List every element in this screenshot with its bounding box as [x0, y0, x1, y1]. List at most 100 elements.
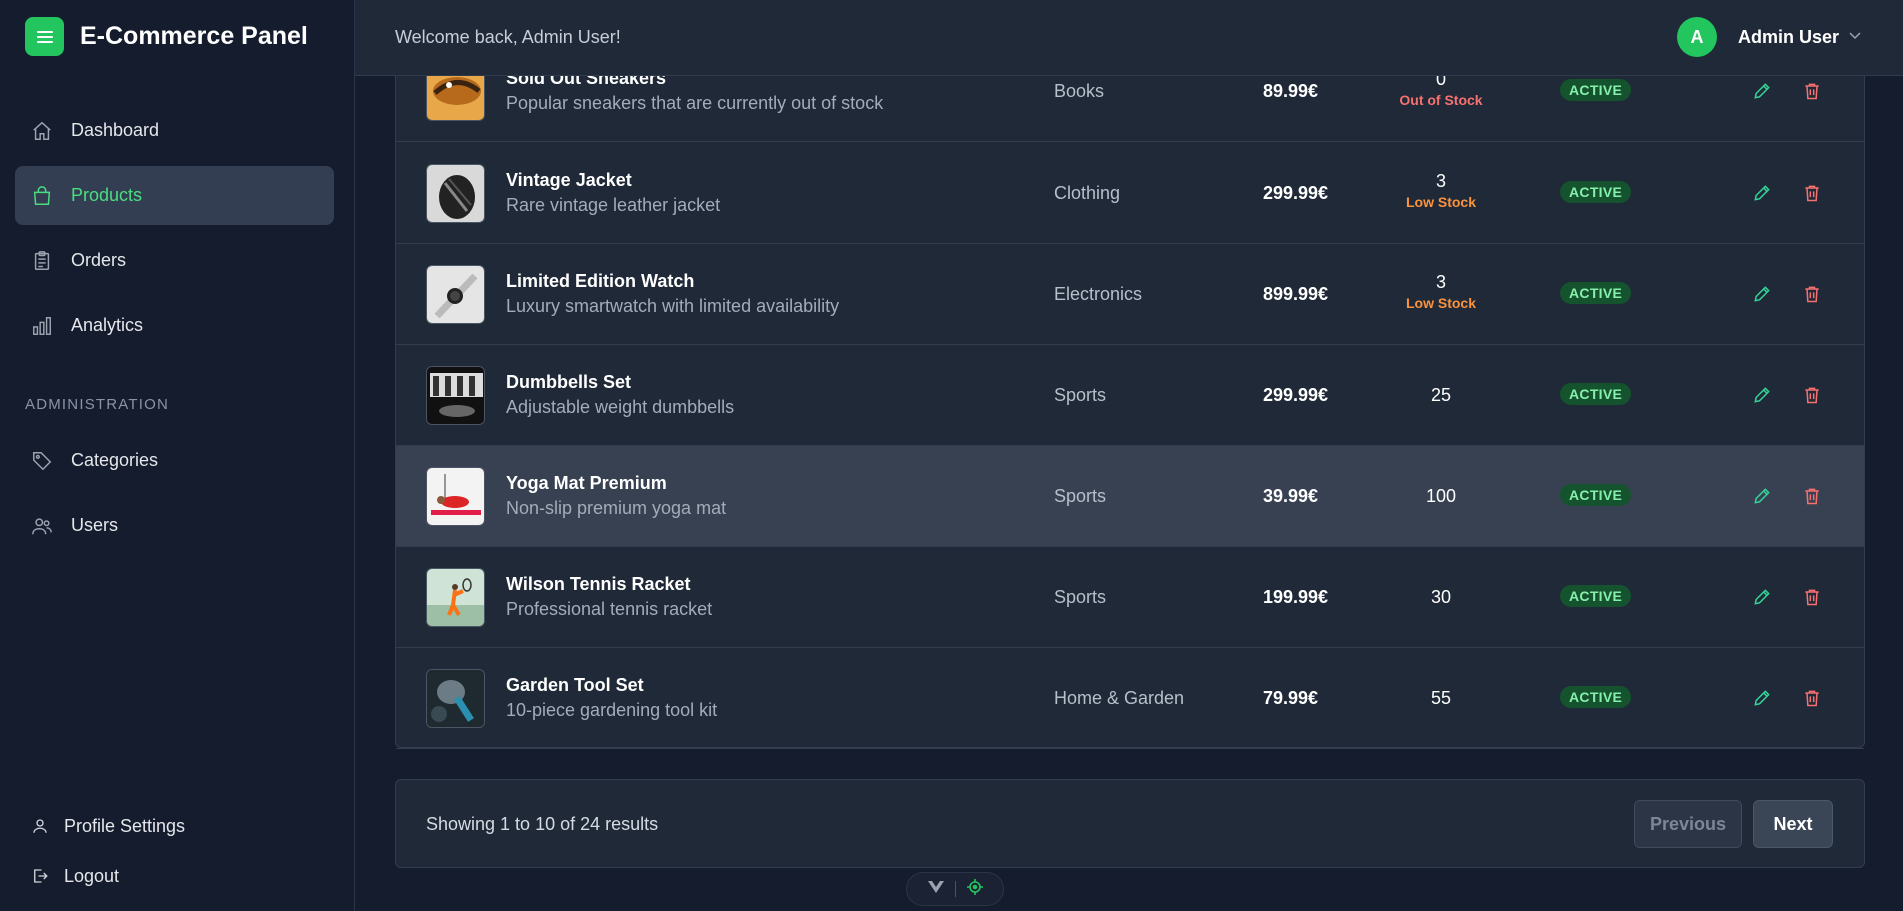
vue-logo-icon[interactable]: [927, 880, 945, 899]
product-price: 39.99€: [1263, 486, 1319, 506]
app-title: E-Commerce Panel: [80, 22, 308, 50]
top-header: Welcome back, Admin User! A Admin User: [355, 0, 1903, 76]
product-category: Sports: [1054, 486, 1107, 506]
product-category: Books: [1054, 81, 1105, 101]
welcome-message: Welcome back, Admin User!: [395, 27, 621, 47]
product-price: 89.99€: [1263, 81, 1319, 101]
product-thumbnail: [426, 265, 485, 324]
product-name: Yoga Mat Premium: [506, 473, 667, 493]
status-badge: ACTIVE: [1560, 181, 1632, 203]
product-category: Electronics: [1054, 284, 1143, 304]
edit-icon[interactable]: [1752, 183, 1772, 203]
sidebar-item-label: Dashboard: [71, 120, 160, 140]
table-row[interactable]: Wilson Tennis Racket Professional tennis …: [396, 547, 1864, 648]
stock-status-label: Out of Stock: [1399, 92, 1483, 108]
previous-button[interactable]: Previous: [1634, 800, 1742, 848]
profile-settings-label: Profile Settings: [64, 815, 186, 836]
main-nav: Dashboard Products Orders Analytics: [15, 101, 334, 361]
edit-icon[interactable]: [1752, 587, 1772, 607]
trash-icon[interactable]: [1802, 81, 1822, 101]
status-badge: ACTIVE: [1560, 686, 1632, 708]
avatar: A: [1676, 17, 1717, 57]
product-description: Luxury smartwatch with limited availabil…: [506, 296, 840, 316]
sidebar-item-analytics[interactable]: Analytics: [15, 296, 334, 355]
sidebar-item-label: Orders: [71, 250, 127, 270]
sidebar: E-Commerce Panel Dashboard Products Orde…: [0, 0, 355, 911]
trash-icon[interactable]: [1802, 183, 1822, 203]
product-description: Professional tennis racket: [506, 599, 713, 619]
shopping-bag-icon: [31, 185, 53, 207]
status-badge: ACTIVE: [1560, 79, 1632, 101]
product-thumbnail: [426, 164, 485, 223]
table-row[interactable]: Limited Edition Watch Luxury smartwatch w…: [396, 244, 1864, 345]
product-price: 199.99€: [1263, 587, 1329, 607]
user-name: Admin User: [1737, 26, 1839, 47]
menu-icon[interactable]: [25, 17, 64, 56]
table-row[interactable]: Vintage Jacket Rare vintage leather jacke…: [396, 143, 1864, 244]
logout-link[interactable]: Logout: [30, 851, 185, 901]
trash-icon[interactable]: [1802, 587, 1822, 607]
sidebar-item-products[interactable]: Products: [15, 166, 334, 225]
user-icon: [30, 816, 50, 836]
product-stock: 100: [1425, 486, 1457, 506]
product-name: Wilson Tennis Racket: [506, 574, 691, 594]
sidebar-item-label: Users: [71, 515, 119, 535]
pagination-summary: Showing 1 to 10 of 24 results: [426, 814, 659, 834]
profile-settings-link[interactable]: Profile Settings: [30, 801, 185, 851]
edit-icon[interactable]: [1752, 385, 1772, 405]
edit-icon[interactable]: [1752, 688, 1772, 708]
sidebar-item-label: Products: [71, 185, 143, 205]
sidebar-item-orders[interactable]: Orders: [15, 231, 334, 290]
logout-label: Logout: [64, 865, 120, 886]
home-icon: [31, 120, 53, 142]
product-category: Clothing: [1054, 183, 1121, 203]
product-stock: 3: [1435, 272, 1446, 292]
product-thumbnail: [426, 467, 485, 526]
table-row[interactable]: Dumbbells Set Adjustable weight dumbbells…: [396, 345, 1864, 446]
product-stock: 30: [1430, 587, 1452, 607]
product-stock: 3: [1435, 171, 1446, 191]
user-menu[interactable]: A Admin User: [1676, 17, 1863, 57]
edit-icon[interactable]: [1752, 81, 1772, 101]
product-category: Sports: [1054, 385, 1107, 405]
trash-icon[interactable]: [1802, 284, 1822, 304]
status-badge: ACTIVE: [1560, 484, 1632, 506]
table-row[interactable]: Garden Tool Set 10-piece gardening tool k…: [396, 648, 1864, 749]
product-price: 299.99€: [1263, 183, 1329, 203]
product-price: 899.99€: [1263, 284, 1329, 304]
product-description: 10-piece gardening tool kit: [506, 700, 718, 720]
stock-status-label: Low Stock: [1405, 295, 1476, 311]
edit-icon[interactable]: [1752, 284, 1772, 304]
trash-icon[interactable]: [1802, 385, 1822, 405]
inspect-target-icon[interactable]: [966, 878, 984, 901]
bottom-nav: Profile Settings Logout: [30, 801, 185, 901]
sidebar-item-label: Analytics: [71, 315, 144, 335]
logout-icon: [30, 866, 50, 886]
product-thumbnail: [426, 568, 485, 627]
next-button[interactable]: Next: [1753, 800, 1833, 848]
product-category: Home & Garden: [1054, 688, 1185, 708]
product-thumbnail: [426, 366, 485, 425]
status-badge: ACTIVE: [1560, 383, 1632, 405]
products-table: Sold Out Sneakers Popular sneakers that a…: [395, 40, 1865, 749]
dev-toolbar[interactable]: [906, 872, 1004, 906]
product-name: Vintage Jacket: [506, 170, 632, 190]
product-name: Garden Tool Set: [506, 675, 644, 695]
status-badge: ACTIVE: [1560, 585, 1632, 607]
edit-icon[interactable]: [1752, 486, 1772, 506]
status-badge: ACTIVE: [1560, 282, 1632, 304]
clipboard-icon: [31, 250, 53, 272]
pagination: Showing 1 to 10 of 24 results Previous N…: [395, 779, 1865, 868]
sidebar-item-dashboard[interactable]: Dashboard: [15, 101, 334, 160]
admin-nav: Categories Users: [15, 431, 334, 561]
sidebar-item-users[interactable]: Users: [15, 496, 334, 555]
trash-icon[interactable]: [1802, 486, 1822, 506]
users-icon: [31, 515, 53, 537]
table-row[interactable]: Yoga Mat Premium Non-slip premium yoga ma…: [396, 446, 1864, 547]
product-price: 299.99€: [1263, 385, 1329, 405]
sidebar-item-categories[interactable]: Categories: [15, 431, 334, 490]
trash-icon[interactable]: [1802, 688, 1822, 708]
brand: E-Commerce Panel: [25, 17, 308, 56]
product-description: Rare vintage leather jacket: [506, 195, 721, 215]
toolbar-divider: [954, 881, 956, 897]
